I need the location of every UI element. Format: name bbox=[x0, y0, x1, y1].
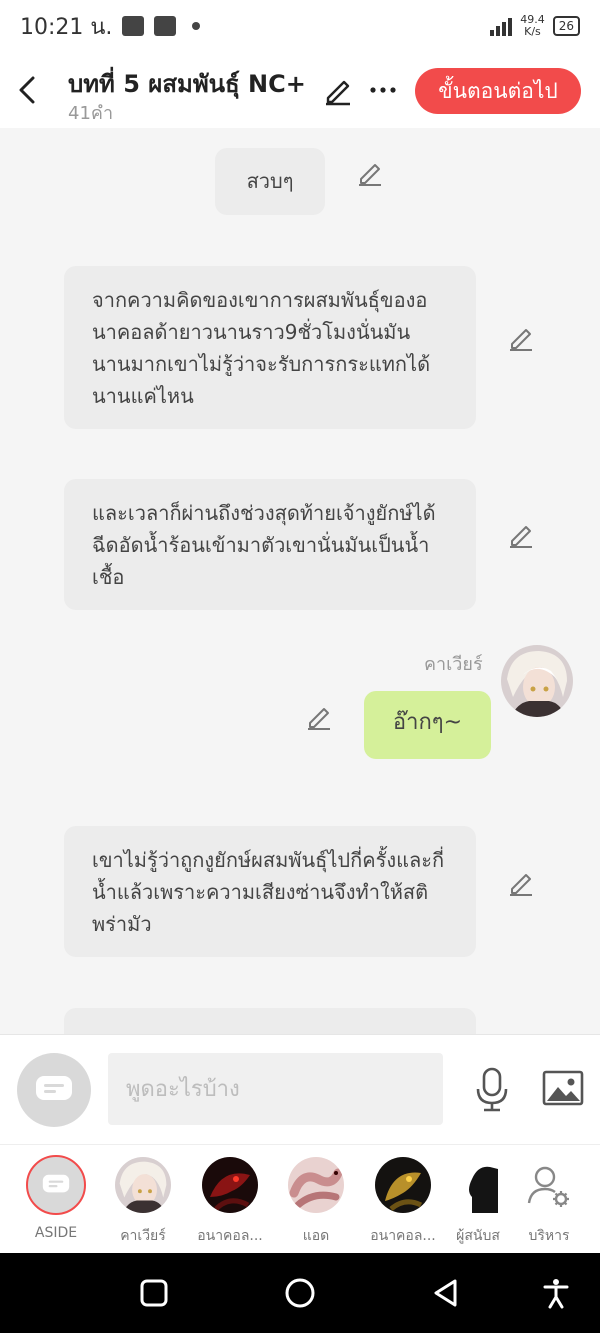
character-item-aside[interactable]: ASIDE bbox=[13, 1155, 99, 1241]
character-label: แอด bbox=[302, 1228, 330, 1244]
home-icon[interactable] bbox=[284, 1277, 316, 1309]
aside-message[interactable]: สวบๆ bbox=[215, 148, 325, 215]
character-label: คาเวียร์ bbox=[120, 1228, 166, 1244]
message-input[interactable] bbox=[108, 1053, 443, 1125]
chat-area[interactable]: สวบๆ จากความคิดของเขาการผสมพันธุ์ของอนาค… bbox=[0, 128, 600, 1034]
back-nav-icon[interactable] bbox=[430, 1277, 462, 1309]
edit-message-icon[interactable] bbox=[507, 869, 535, 897]
pencil-icon bbox=[326, 80, 350, 106]
user-settings-icon bbox=[527, 1166, 569, 1207]
character-item-ad[interactable]: แอด bbox=[273, 1157, 359, 1247]
character-label: อนาคอล... bbox=[197, 1228, 263, 1244]
notification-icon bbox=[122, 16, 145, 36]
image-icon bbox=[542, 1070, 584, 1106]
aside-message[interactable]: และเวลาก็ผ่านถึงช่วงสุดท้ายเจ้างูยักษ์ได… bbox=[64, 479, 476, 610]
battery-level: 26 bbox=[558, 19, 574, 33]
message-text: สวบๆ bbox=[246, 169, 294, 193]
network-speed-unit: K/s bbox=[524, 25, 541, 38]
character-avatar bbox=[375, 1157, 431, 1213]
aside-mode-button[interactable] bbox=[17, 1053, 91, 1127]
word-count: 41คำ bbox=[68, 103, 114, 124]
status-right: 49.4 K/s 26 bbox=[490, 14, 580, 38]
character-label: ASIDE bbox=[34, 1225, 78, 1241]
image-button[interactable] bbox=[542, 1069, 584, 1109]
message-text: จากความคิดของเขาการผสมพันธุ์ของอนาคอลด้า… bbox=[92, 288, 431, 408]
character-bar: ASIDE คาเวียร์ อนาคอล... แอด อนาคอล... ผ… bbox=[0, 1144, 600, 1253]
manage-avatar bbox=[521, 1157, 577, 1213]
character-item-anacol-1[interactable]: อนาคอล... bbox=[187, 1157, 273, 1247]
back-button[interactable] bbox=[12, 72, 42, 108]
chat-bubble-icon bbox=[36, 1076, 72, 1100]
character-item-supporter[interactable]: ผู้สนับส bbox=[446, 1157, 510, 1247]
aside-message-partial[interactable] bbox=[64, 1008, 476, 1034]
character-item-caviar[interactable]: คาเวียร์ bbox=[100, 1157, 186, 1247]
edit-message-icon[interactable] bbox=[356, 159, 384, 187]
message-text: เขาไม่รู้ว่าถูกงูยักษ์ผสมพันธุ์ไปกี่ครั้… bbox=[92, 848, 445, 936]
message-text: อ๊ากๆ~ bbox=[392, 710, 463, 735]
edit-title-button[interactable] bbox=[322, 74, 354, 106]
more-dots-icon bbox=[370, 87, 396, 93]
header: บทที่ 5 ผสมพันธุ์ NC+ 41คำ ขั้นตอนต่อไป bbox=[0, 52, 600, 128]
chat-bubble-icon bbox=[42, 1174, 70, 1193]
network-speed: 49.4 K/s bbox=[520, 14, 545, 38]
input-bar bbox=[0, 1034, 600, 1144]
microphone-icon bbox=[476, 1067, 508, 1112]
edit-message-icon[interactable] bbox=[507, 521, 535, 549]
app-notification-icon bbox=[154, 16, 177, 36]
aside-message[interactable]: จากความคิดของเขาการผสมพันธุ์ของอนาคอลด้า… bbox=[64, 266, 476, 429]
chevron-left-icon bbox=[19, 76, 35, 104]
status-left: 10:21 น. bbox=[20, 9, 201, 44]
edit-message-icon[interactable] bbox=[305, 703, 333, 731]
more-options-button[interactable] bbox=[368, 74, 398, 106]
speaker-avatar[interactable] bbox=[501, 645, 573, 717]
character-avatar bbox=[458, 1157, 498, 1213]
character-item-anacol-2[interactable]: อนาคอล... bbox=[360, 1157, 446, 1247]
battery-icon: 26 bbox=[552, 16, 580, 36]
signal-icon bbox=[490, 16, 513, 36]
next-step-button[interactable]: ขั้นตอนต่อไป bbox=[415, 68, 581, 114]
speaker-name: คาเวียร์ bbox=[424, 654, 483, 675]
speaker-avatar-image bbox=[501, 645, 573, 717]
character-label: บริหาร bbox=[528, 1228, 570, 1244]
character-label: อนาคอล... bbox=[370, 1228, 436, 1244]
edit-message-icon[interactable] bbox=[507, 324, 535, 352]
aside-message[interactable]: เขาไม่รู้ว่าถูกงูยักษ์ผสมพันธุ์ไปกี่ครั้… bbox=[64, 826, 476, 957]
recent-apps-icon[interactable] bbox=[138, 1277, 170, 1309]
message-text: และเวลาก็ผ่านถึงช่วงสุดท้ายเจ้างูยักษ์ได… bbox=[92, 501, 436, 589]
status-time: 10:21 น. bbox=[20, 14, 113, 40]
status-bar: 10:21 น. 49.4 K/s 26 bbox=[0, 0, 600, 52]
character-message[interactable]: อ๊ากๆ~ bbox=[364, 691, 491, 759]
character-avatar bbox=[202, 1157, 258, 1213]
character-item-manage[interactable]: บริหาร bbox=[506, 1157, 592, 1247]
more-notifications-icon bbox=[192, 22, 201, 30]
character-avatar bbox=[288, 1157, 344, 1213]
character-avatar bbox=[115, 1157, 171, 1213]
voice-button[interactable] bbox=[474, 1067, 510, 1113]
aside-avatar bbox=[26, 1155, 86, 1215]
accessibility-icon[interactable] bbox=[540, 1277, 572, 1309]
system-nav-bar bbox=[0, 1253, 600, 1333]
character-label: ผู้สนับส bbox=[456, 1228, 500, 1244]
